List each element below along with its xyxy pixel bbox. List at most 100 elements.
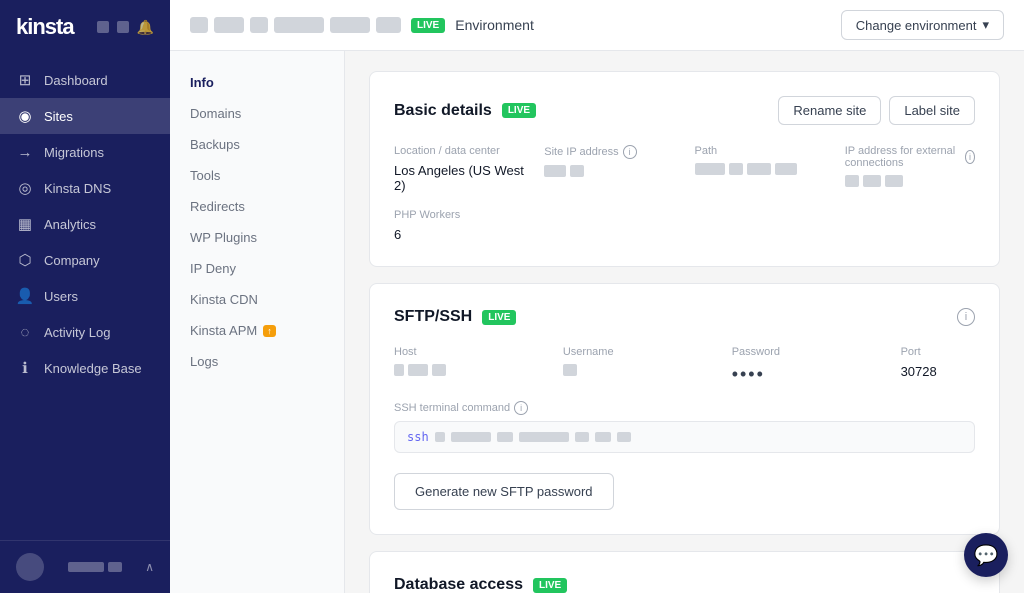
sidebar-item-users[interactable]: 👤 Users <box>0 278 170 314</box>
sub-nav-backups[interactable]: Backups <box>170 129 344 160</box>
ip-block <box>570 165 584 177</box>
path-value <box>695 163 825 175</box>
sftp-title: SFTP/SSH <box>394 308 472 326</box>
sidebar-item-label: Activity Log <box>44 325 110 340</box>
site-ip-info-icon[interactable]: i <box>623 145 637 159</box>
port-label: Port <box>901 346 975 358</box>
kinsta-logo: kinsta <box>16 14 74 40</box>
sub-nav-kinsta-apm[interactable]: Kinsta APM ↑ <box>170 315 344 346</box>
sidebar-collapse-icon[interactable]: ∧ <box>145 560 154 574</box>
sub-nav-domains[interactable]: Domains <box>170 98 344 129</box>
sftp-ssh-card: SFTP/SSH LIVE i Host <box>369 283 1000 535</box>
sub-nav-tools[interactable]: Tools <box>170 160 344 191</box>
sftp-fields: Host Username Passwo <box>394 346 975 385</box>
environment-label: Environment <box>455 17 534 33</box>
title-block <box>376 17 401 33</box>
php-workers-value: 6 <box>394 227 975 242</box>
square-icon[interactable] <box>117 21 129 33</box>
path-block <box>695 163 725 175</box>
sidebar-item-label: Kinsta DNS <box>44 181 111 196</box>
analytics-icon: ▦ <box>16 215 34 233</box>
port-field: Port 30728 <box>901 346 975 385</box>
username-label: Username <box>563 346 712 358</box>
sidebar-item-sites[interactable]: ◉ Sites <box>0 98 170 134</box>
user-name-block <box>68 562 104 572</box>
password-field: Password •••• <box>732 346 881 385</box>
ssh-cmd-block <box>519 432 569 442</box>
ssh-keyword: ssh <box>407 430 429 444</box>
ssh-cmd-block <box>617 432 631 442</box>
ssh-cmd-block <box>497 432 513 442</box>
sidebar-item-activity-log[interactable]: ◌ Activity Log <box>0 314 170 350</box>
php-workers-label: PHP Workers <box>394 209 975 221</box>
ssh-cmd-block <box>575 432 589 442</box>
avatar[interactable] <box>16 553 44 581</box>
password-value: •••• <box>732 364 881 385</box>
database-live-badge: LIVE <box>533 578 567 593</box>
sidebar-item-analytics[interactable]: ▦ Analytics <box>0 206 170 242</box>
sidebar-item-label: Dashboard <box>44 73 108 88</box>
sidebar-top-icons: 🔔 <box>97 19 154 36</box>
sftp-info-icon[interactable]: i <box>957 308 975 326</box>
sub-nav-redirects[interactable]: Redirects <box>170 191 344 222</box>
sub-sidebar: Info Domains Backups Tools Redirects WP … <box>170 51 345 593</box>
kinsta-dns-icon: ◎ <box>16 179 34 197</box>
ssh-cmd-block <box>451 432 491 442</box>
ssh-cmd-block <box>595 432 611 442</box>
sidebar-nav: ⊞ Dashboard ◉ Sites → Migrations ◎ Kinst… <box>0 54 170 540</box>
sub-nav-logs[interactable]: Logs <box>170 346 344 377</box>
bell-icon[interactable]: 🔔 <box>137 19 154 36</box>
sidebar-item-dashboard[interactable]: ⊞ Dashboard <box>0 62 170 98</box>
apm-upgrade-badge: ↑ <box>263 325 276 337</box>
live-badge: LIVE <box>411 18 445 33</box>
host-block <box>408 364 428 376</box>
sidebar-item-label: Users <box>44 289 78 304</box>
main-area: LIVE Environment Change environment ▾ In… <box>170 0 1024 593</box>
sidebar-item-label: Company <box>44 253 100 268</box>
ext-ip-block <box>845 175 859 187</box>
sidebar-item-company[interactable]: ⬡ Company <box>0 242 170 278</box>
path-block <box>775 163 797 175</box>
sidebar-item-kinsta-dns[interactable]: ◎ Kinsta DNS <box>0 170 170 206</box>
activity-log-icon: ◌ <box>16 323 34 341</box>
sub-nav-info[interactable]: Info <box>170 67 344 98</box>
ssh-cmd-value: ssh <box>394 421 975 453</box>
username-value <box>563 364 712 376</box>
sub-nav-wp-plugins[interactable]: WP Plugins <box>170 222 344 253</box>
host-label: Host <box>394 346 543 358</box>
database-title: Database access <box>394 576 523 593</box>
menu-icon[interactable] <box>97 21 109 33</box>
sidebar-logo-area: kinsta 🔔 <box>0 0 170 54</box>
sidebar-item-label: Analytics <box>44 217 96 232</box>
sftp-title-row: SFTP/SSH LIVE <box>394 308 516 326</box>
site-ip-field: Site IP address i <box>544 145 674 193</box>
host-block <box>394 364 404 376</box>
path-field: Path <box>695 145 825 193</box>
label-site-button[interactable]: Label site <box>889 96 975 125</box>
generate-sftp-password-button[interactable]: Generate new SFTP password <box>394 473 614 510</box>
sidebar-item-label: Migrations <box>44 145 104 160</box>
topbar: LIVE Environment Change environment ▾ <box>170 0 1024 51</box>
php-workers-field: PHP Workers 6 <box>394 209 975 242</box>
site-ip-value <box>544 165 674 177</box>
title-block <box>250 17 268 33</box>
sidebar-item-migrations[interactable]: → Migrations <box>0 134 170 170</box>
ext-ip-value <box>845 175 975 187</box>
card-title-row: Basic details LIVE <box>394 102 536 120</box>
sites-icon: ◉ <box>16 107 34 125</box>
basic-details-live-badge: LIVE <box>502 103 536 118</box>
basic-details-card: Basic details LIVE Rename site Label sit… <box>369 71 1000 267</box>
sub-nav-kinsta-cdn[interactable]: Kinsta CDN <box>170 284 344 315</box>
ssh-cmd-info-icon[interactable]: i <box>514 401 528 415</box>
kinsta-apm-label: Kinsta APM <box>190 323 257 338</box>
ext-ip-info-icon[interactable]: i <box>965 150 975 164</box>
change-environment-button[interactable]: Change environment ▾ <box>841 10 1004 40</box>
username-block <box>563 364 577 376</box>
sidebar-item-label: Knowledge Base <box>44 361 142 376</box>
sub-nav-ip-deny[interactable]: IP Deny <box>170 253 344 284</box>
rename-site-button[interactable]: Rename site <box>778 96 881 125</box>
ext-ip-field: IP address for external connections i <box>845 145 975 193</box>
chat-bubble-button[interactable]: 💬 <box>964 533 1008 577</box>
migrations-icon: → <box>16 143 34 161</box>
sidebar-item-knowledge-base[interactable]: ℹ Knowledge Base <box>0 350 170 386</box>
